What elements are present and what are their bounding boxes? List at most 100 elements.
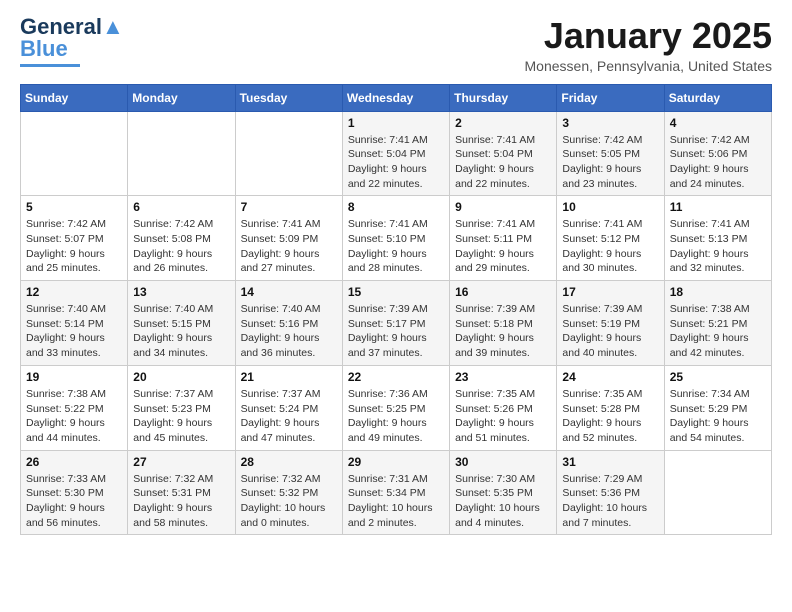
- calendar-cell: [664, 450, 771, 535]
- calendar-cell: 1Sunrise: 7:41 AM Sunset: 5:04 PM Daylig…: [342, 111, 449, 196]
- day-info: Sunrise: 7:40 AM Sunset: 5:15 PM Dayligh…: [133, 302, 229, 361]
- calendar-cell: 20 Sunrise: 7:37 AM Sunset: 5:23 PM Dayli…: [128, 365, 235, 450]
- calendar-cell: [128, 111, 235, 196]
- day-info: Sunrise: 7:40 AM Sunset: 5:14 PM Dayligh…: [26, 302, 122, 361]
- calendar-cell: 30 Sunrise: 7:30 AM Sunset: 5:35 PM Dayli…: [450, 450, 557, 535]
- day-number: 8: [348, 200, 444, 214]
- day-number: 13: [133, 285, 229, 299]
- day-number: 20: [133, 370, 229, 384]
- day-info: Sunrise: 7:29 AM Sunset: 5:36 PM Dayligh…: [562, 472, 658, 531]
- day-info: Sunrise: 7:37 AM Sunset: 5:24 PM Dayligh…: [241, 387, 337, 446]
- page-header: General▲ Blue January 2025 Monessen, Pen…: [20, 16, 772, 74]
- calendar-cell: 11 Sunrise: 7:41 AM Sunset: 5:13 PM Dayli…: [664, 196, 771, 281]
- title-area: January 2025 Monessen, Pennsylvania, Uni…: [525, 16, 772, 74]
- day-info: Sunrise: 7:33 AM Sunset: 5:30 PM Dayligh…: [26, 472, 122, 531]
- logo-text: General▲: [20, 16, 124, 38]
- day-number: 30: [455, 455, 551, 469]
- day-info: Sunrise: 7:41 AM Sunset: 5:04 PM Dayligh…: [455, 133, 551, 192]
- day-number: 14: [241, 285, 337, 299]
- day-number: 4: [670, 116, 766, 130]
- calendar-cell: 21 Sunrise: 7:37 AM Sunset: 5:24 PM Dayli…: [235, 365, 342, 450]
- day-number: 25: [670, 370, 766, 384]
- header-friday: Friday: [557, 84, 664, 111]
- day-info: Sunrise: 7:41 AM Sunset: 5:12 PM Dayligh…: [562, 217, 658, 276]
- day-number: 21: [241, 370, 337, 384]
- calendar-cell: 28 Sunrise: 7:32 AM Sunset: 5:32 PM Dayli…: [235, 450, 342, 535]
- location-subtitle: Monessen, Pennsylvania, United States: [525, 58, 772, 74]
- day-number: 18: [670, 285, 766, 299]
- calendar-cell: 31Sunrise: 7:29 AM Sunset: 5:36 PM Dayli…: [557, 450, 664, 535]
- calendar-cell: 18 Sunrise: 7:38 AM Sunset: 5:21 PM Dayli…: [664, 281, 771, 366]
- calendar-cell: 8 Sunrise: 7:41 AM Sunset: 5:10 PM Daylig…: [342, 196, 449, 281]
- header-monday: Monday: [128, 84, 235, 111]
- logo-blue: Blue: [20, 36, 68, 62]
- day-number: 7: [241, 200, 337, 214]
- day-info: Sunrise: 7:42 AM Sunset: 5:06 PM Dayligh…: [670, 133, 766, 192]
- calendar-cell: 9 Sunrise: 7:41 AM Sunset: 5:11 PM Daylig…: [450, 196, 557, 281]
- calendar-cell: 22 Sunrise: 7:36 AM Sunset: 5:25 PM Dayli…: [342, 365, 449, 450]
- day-info: Sunrise: 7:36 AM Sunset: 5:25 PM Dayligh…: [348, 387, 444, 446]
- day-number: 16: [455, 285, 551, 299]
- day-info: Sunrise: 7:39 AM Sunset: 5:18 PM Dayligh…: [455, 302, 551, 361]
- header-wednesday: Wednesday: [342, 84, 449, 111]
- calendar-cell: 27Sunrise: 7:32 AM Sunset: 5:31 PM Dayli…: [128, 450, 235, 535]
- day-number: 28: [241, 455, 337, 469]
- calendar-cell: 19Sunrise: 7:38 AM Sunset: 5:22 PM Dayli…: [21, 365, 128, 450]
- calendar-cell: 23Sunrise: 7:35 AM Sunset: 5:26 PM Dayli…: [450, 365, 557, 450]
- header-tuesday: Tuesday: [235, 84, 342, 111]
- day-number: 26: [26, 455, 122, 469]
- calendar-table: SundayMondayTuesdayWednesdayThursdayFrid…: [20, 84, 772, 536]
- week-row-1: 5 Sunrise: 7:42 AM Sunset: 5:07 PM Daylig…: [21, 196, 772, 281]
- calendar-cell: 13 Sunrise: 7:40 AM Sunset: 5:15 PM Dayli…: [128, 281, 235, 366]
- calendar-cell: [21, 111, 128, 196]
- day-info: Sunrise: 7:37 AM Sunset: 5:23 PM Dayligh…: [133, 387, 229, 446]
- day-number: 10: [562, 200, 658, 214]
- header-saturday: Saturday: [664, 84, 771, 111]
- calendar-cell: 12Sunrise: 7:40 AM Sunset: 5:14 PM Dayli…: [21, 281, 128, 366]
- calendar-cell: 24 Sunrise: 7:35 AM Sunset: 5:28 PM Dayli…: [557, 365, 664, 450]
- day-info: Sunrise: 7:41 AM Sunset: 5:04 PM Dayligh…: [348, 133, 444, 192]
- day-info: Sunrise: 7:31 AM Sunset: 5:34 PM Dayligh…: [348, 472, 444, 531]
- logo-underline: [20, 64, 80, 67]
- day-number: 24: [562, 370, 658, 384]
- calendar-cell: 26 Sunrise: 7:33 AM Sunset: 5:30 PM Dayli…: [21, 450, 128, 535]
- day-info: Sunrise: 7:40 AM Sunset: 5:16 PM Dayligh…: [241, 302, 337, 361]
- week-row-4: 26 Sunrise: 7:33 AM Sunset: 5:30 PM Dayli…: [21, 450, 772, 535]
- calendar-cell: 15 Sunrise: 7:39 AM Sunset: 5:17 PM Dayli…: [342, 281, 449, 366]
- calendar-cell: 6 Sunrise: 7:42 AM Sunset: 5:08 PM Daylig…: [128, 196, 235, 281]
- calendar-cell: 16 Sunrise: 7:39 AM Sunset: 5:18 PM Dayli…: [450, 281, 557, 366]
- day-info: Sunrise: 7:39 AM Sunset: 5:17 PM Dayligh…: [348, 302, 444, 361]
- calendar-cell: 17Sunrise: 7:39 AM Sunset: 5:19 PM Dayli…: [557, 281, 664, 366]
- calendar-cell: 4 Sunrise: 7:42 AM Sunset: 5:06 PM Daylig…: [664, 111, 771, 196]
- day-info: Sunrise: 7:41 AM Sunset: 5:10 PM Dayligh…: [348, 217, 444, 276]
- day-info: Sunrise: 7:38 AM Sunset: 5:21 PM Dayligh…: [670, 302, 766, 361]
- week-row-2: 12Sunrise: 7:40 AM Sunset: 5:14 PM Dayli…: [21, 281, 772, 366]
- calendar-cell: 29 Sunrise: 7:31 AM Sunset: 5:34 PM Dayli…: [342, 450, 449, 535]
- calendar-cell: 10 Sunrise: 7:41 AM Sunset: 5:12 PM Dayli…: [557, 196, 664, 281]
- day-info: Sunrise: 7:41 AM Sunset: 5:09 PM Dayligh…: [241, 217, 337, 276]
- day-number: 6: [133, 200, 229, 214]
- day-info: Sunrise: 7:42 AM Sunset: 5:05 PM Dayligh…: [562, 133, 658, 192]
- calendar-cell: 5 Sunrise: 7:42 AM Sunset: 5:07 PM Daylig…: [21, 196, 128, 281]
- day-info: Sunrise: 7:30 AM Sunset: 5:35 PM Dayligh…: [455, 472, 551, 531]
- day-info: Sunrise: 7:42 AM Sunset: 5:07 PM Dayligh…: [26, 217, 122, 276]
- day-info: Sunrise: 7:34 AM Sunset: 5:29 PM Dayligh…: [670, 387, 766, 446]
- calendar-cell: [235, 111, 342, 196]
- month-title: January 2025: [525, 16, 772, 56]
- day-info: Sunrise: 7:32 AM Sunset: 5:32 PM Dayligh…: [241, 472, 337, 531]
- day-info: Sunrise: 7:42 AM Sunset: 5:08 PM Dayligh…: [133, 217, 229, 276]
- day-number: 29: [348, 455, 444, 469]
- calendar-cell: 25 Sunrise: 7:34 AM Sunset: 5:29 PM Dayli…: [664, 365, 771, 450]
- day-info: Sunrise: 7:35 AM Sunset: 5:28 PM Dayligh…: [562, 387, 658, 446]
- header-sunday: Sunday: [21, 84, 128, 111]
- day-number: 5: [26, 200, 122, 214]
- day-number: 22: [348, 370, 444, 384]
- day-number: 3: [562, 116, 658, 130]
- day-info: Sunrise: 7:41 AM Sunset: 5:11 PM Dayligh…: [455, 217, 551, 276]
- day-number: 15: [348, 285, 444, 299]
- day-number: 9: [455, 200, 551, 214]
- day-number: 27: [133, 455, 229, 469]
- day-number: 11: [670, 200, 766, 214]
- day-info: Sunrise: 7:41 AM Sunset: 5:13 PM Dayligh…: [670, 217, 766, 276]
- day-number: 2: [455, 116, 551, 130]
